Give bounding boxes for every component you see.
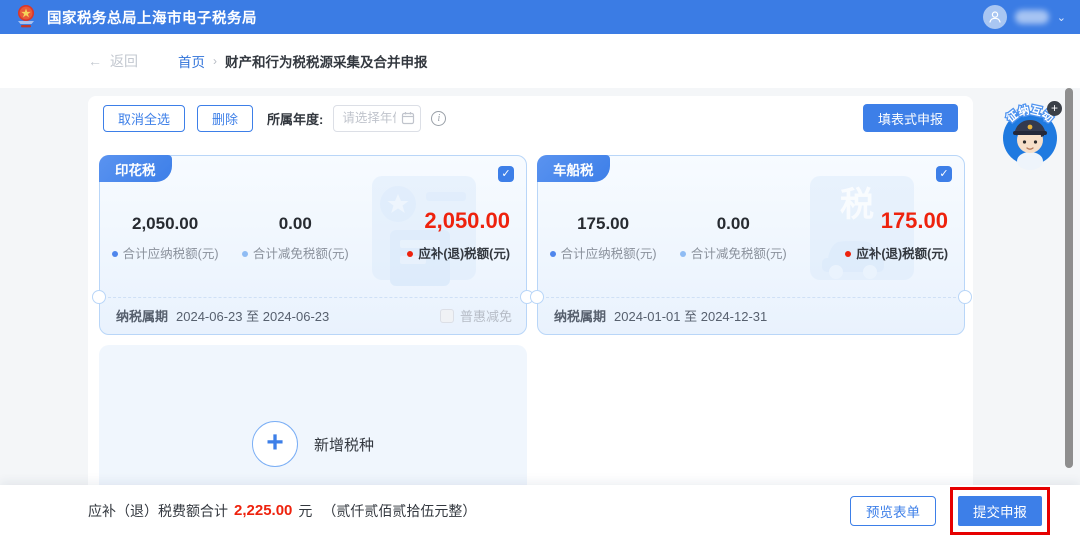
user-name-redacted	[1015, 10, 1049, 24]
app-header: 国家税务总局上海市电子税务局 ⌄	[0, 0, 1080, 34]
red-dot-icon	[407, 251, 413, 257]
payable-amount: 2,050.00	[100, 214, 230, 234]
main-panel: 取消全选 删除 所属年度: i 填表式申报	[88, 96, 973, 536]
blue-dot-icon	[550, 251, 556, 257]
user-avatar[interactable]	[983, 5, 1007, 29]
breadcrumb-home-link[interactable]: 首页	[178, 51, 205, 71]
ticket-notch-right	[958, 290, 972, 304]
inclusive-relief-checkbox[interactable]: 普惠减免	[440, 306, 512, 325]
submit-declaration-button[interactable]: 提交申报	[958, 496, 1042, 526]
person-icon	[988, 10, 1002, 24]
chevron-down-icon[interactable]: ⌄	[1057, 11, 1066, 24]
reduction-amount: 0.00	[230, 214, 360, 234]
info-icon[interactable]: i	[431, 111, 446, 126]
breadcrumb-current-page: 财产和行为税税源采集及合并申报	[225, 51, 428, 71]
due-amount-label: 应补(退)税额(元)	[798, 243, 948, 262]
tax-card-stamp-tax[interactable]: 印花税 ✓ 2,050.00 合计应纳税额(元) 0.00 合计减免税额(元) …	[99, 155, 527, 335]
tax-type-badge: 印花税	[99, 155, 172, 182]
dashed-divider	[108, 297, 518, 298]
tax-card-vehicle-vessel-tax[interactable]: 税 车船税 ✓ 175.00 合计应纳税额(元) 0.00 合计减免税额(元) …	[537, 155, 965, 335]
reduction-amount-label: 合计减免税额(元)	[668, 243, 798, 262]
back-arrow-icon: ←	[88, 53, 102, 69]
red-annotation-highlight: 提交申报	[950, 487, 1050, 535]
preview-form-button[interactable]: 预览表单	[850, 496, 936, 526]
due-amount: 2,050.00	[360, 208, 510, 234]
checkbox-unchecked-icon[interactable]	[440, 309, 454, 323]
dashed-divider	[546, 297, 956, 298]
payable-amount: 175.00	[538, 214, 668, 234]
breadcrumb-separator: ›	[213, 54, 217, 68]
card-checkbox-checked[interactable]: ✓	[498, 166, 514, 182]
vertical-scrollbar[interactable]	[1065, 88, 1073, 468]
card-checkbox-checked[interactable]: ✓	[936, 166, 952, 182]
ticket-notch-left	[92, 290, 106, 304]
toolbar: 取消全选 删除 所属年度: i 填表式申报	[103, 104, 958, 132]
cancel-select-all-button[interactable]: 取消全选	[103, 105, 185, 132]
back-label: 返回	[110, 51, 138, 71]
reduction-amount: 0.00	[668, 214, 798, 234]
add-tax-type-label: 新增税种	[314, 434, 374, 455]
app-title: 国家税务总局上海市电子税务局	[47, 7, 257, 28]
form-mode-declare-button[interactable]: 填表式申报	[863, 104, 958, 132]
tax-type-badge: 车船税	[537, 155, 610, 182]
lightblue-dot-icon	[680, 251, 686, 257]
lightblue-dot-icon	[242, 251, 248, 257]
national-emblem-logo	[14, 4, 38, 30]
tax-period-value: 2024-01-01 至 2024-12-31	[614, 306, 767, 325]
inclusive-relief-label: 普惠减免	[460, 306, 512, 325]
year-field-label: 所属年度:	[267, 109, 323, 128]
tax-period-value: 2024-06-23 至 2024-06-23	[176, 306, 329, 325]
ticket-notch-left	[530, 290, 544, 304]
due-amount-label: 应补(退)税额(元)	[360, 243, 510, 262]
tax-period-label: 纳税属期	[116, 306, 168, 325]
breadcrumb-bar: ← 返回 首页 › 财产和行为税税源采集及合并申报	[0, 34, 1080, 88]
total-due-label: 应补（退）税费额合计	[88, 501, 228, 521]
plus-icon[interactable]: +	[252, 421, 298, 467]
delete-button[interactable]: 删除	[197, 105, 253, 132]
currency-unit: 元	[298, 501, 312, 521]
total-due-amount: 2,225.00	[234, 502, 292, 519]
tax-period-label: 纳税属期	[554, 306, 606, 325]
payable-amount-label: 合计应纳税额(元)	[538, 243, 668, 262]
reduction-amount-label: 合计减免税额(元)	[230, 243, 360, 262]
summary-footer-bar: 应补（退）税费额合计 2,225.00 元 （贰仟贰佰贰拾伍元整） 预览表单 提…	[0, 485, 1080, 536]
payable-amount-label: 合计应纳税额(元)	[100, 243, 230, 262]
amount-in-words: （贰仟贰佰贰拾伍元整）	[322, 501, 476, 521]
back-button[interactable]: ← 返回	[88, 51, 138, 71]
blue-dot-icon	[112, 251, 118, 257]
red-dot-icon	[845, 251, 851, 257]
year-select-field[interactable]	[333, 105, 421, 132]
due-amount: 175.00	[798, 208, 948, 234]
mascot-expand-icon[interactable]: +	[1047, 101, 1062, 116]
calendar-icon	[401, 111, 415, 130]
